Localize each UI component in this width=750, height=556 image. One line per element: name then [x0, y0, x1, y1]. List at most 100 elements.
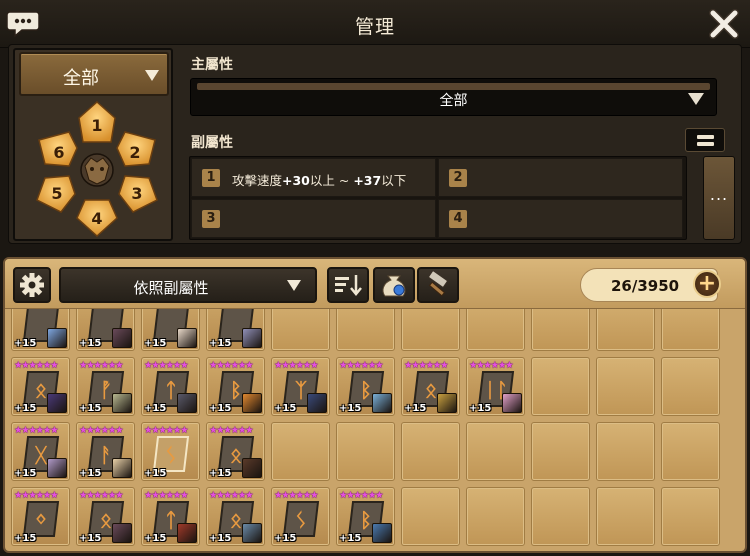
- rune-glyph: ᛟ: [35, 378, 47, 402]
- rune-level: +15: [144, 468, 167, 479]
- sub-filter-1[interactable]: 1 攻擊速度+30以上 ~ +37以下: [191, 158, 436, 197]
- rune-set-dropdown[interactable]: 全部: [19, 52, 169, 96]
- main-stat-dropdown[interactable]: 全部: [190, 78, 717, 116]
- sub-stat-filter-grid: 1 攻擊速度+30以上 ~ +37以下 2 3 4: [189, 156, 687, 240]
- rune-slot[interactable]: ★★★★★★ ᛟ +15: [76, 487, 135, 546]
- expand-storage-button[interactable]: +: [693, 270, 721, 298]
- close-icon[interactable]: [708, 8, 740, 40]
- rune-slot[interactable]: ★★★★★★ ᛜ +15: [11, 487, 70, 546]
- rune-slot[interactable]: +15: [206, 309, 265, 351]
- sub-filter-4[interactable]: 4: [438, 199, 683, 238]
- rune-level: +15: [14, 338, 37, 349]
- rune-level: +15: [14, 533, 37, 544]
- rune-glyph: ᛉ: [295, 378, 307, 402]
- slot-5-button[interactable]: 5: [36, 175, 76, 213]
- rune-level: +15: [404, 403, 427, 414]
- rune-level: +15: [79, 338, 102, 349]
- more-options-button[interactable]: ...: [703, 156, 735, 240]
- rune-slot[interactable]: ★★★★★★ ᛁᛚ +15: [466, 357, 525, 416]
- plus-icon: +: [697, 271, 717, 296]
- stat-min: +30: [282, 173, 310, 188]
- rune-level: +15: [274, 533, 297, 544]
- stat-name: 攻擊速度: [232, 173, 283, 188]
- rune-slot[interactable]: ★★★★★★ ᛊ +15: [141, 422, 200, 481]
- slot-3-label: 3: [131, 184, 142, 203]
- rune-slot[interactable]: +15: [76, 309, 135, 351]
- settings-button[interactable]: [13, 267, 51, 303]
- rune-glyph: ᛊ: [295, 508, 307, 532]
- rune-slot[interactable]: +15: [11, 309, 70, 351]
- slot-1-label: 1: [91, 116, 102, 135]
- craft-button[interactable]: [417, 267, 459, 303]
- sub-filter-3[interactable]: 3: [191, 199, 436, 238]
- slot-2-button[interactable]: 2: [116, 131, 156, 167]
- rune-slot[interactable]: ★★★★★★ ᛒ +15: [206, 357, 265, 416]
- sort-order-button[interactable]: [327, 267, 369, 303]
- equipped-monster-avatar: [307, 393, 327, 413]
- rune-slot[interactable]: ★★★★★★ ᛏ +15: [141, 357, 200, 416]
- slot-6-button[interactable]: 6: [38, 131, 78, 167]
- rune-glyph: ᛟ: [100, 508, 112, 532]
- chevron-down-icon: [145, 70, 159, 81]
- sort-dropdown[interactable]: 依照副屬性: [59, 267, 317, 303]
- rune-glyph: ᛟ: [230, 508, 242, 532]
- equipped-monster-avatar: [242, 328, 262, 348]
- empty-rune-slot: [596, 309, 655, 351]
- empty-rune-slot: [466, 487, 525, 546]
- rune-slot[interactable]: ★★★★★★ ᛒ +15: [336, 357, 395, 416]
- rune-glyph: ᛜ: [35, 508, 47, 532]
- rune-slot[interactable]: ★★★★★★ ᛒ +15: [336, 487, 395, 546]
- equipped-monster-avatar: [47, 328, 67, 348]
- rune-slot[interactable]: +15: [141, 309, 200, 351]
- rune-glyph: ᛊ: [165, 443, 177, 467]
- rune-glyph: ᛏ: [165, 378, 177, 402]
- stat-filter-panel: 主屬性 全部 副屬性 1 攻擊速度+30以上 ~ +37以下 2 3 4 ...: [187, 48, 735, 241]
- page-title: 管理: [354, 16, 395, 38]
- rune-slot[interactable]: ★★★★★★ ᛟ +15: [401, 357, 460, 416]
- rune-slot[interactable]: ★★★★★★ ᚷ +15: [11, 422, 70, 481]
- slot-3-button[interactable]: 3: [118, 175, 158, 213]
- empty-rune-slot: [596, 487, 655, 546]
- slot-4-label: 4: [91, 209, 102, 228]
- slot-4-button[interactable]: 4: [76, 199, 118, 238]
- empty-rune-slot: [466, 422, 525, 481]
- sub-filter-number: 4: [449, 210, 467, 228]
- rune-slot[interactable]: ★★★★★★ ᛉ +15: [271, 357, 330, 416]
- empty-rune-slot: [531, 309, 590, 351]
- rune-count: 26/3950: [611, 277, 680, 295]
- slot-1-button[interactable]: 1: [78, 100, 116, 143]
- sub-stat-mode-toggle[interactable]: [685, 128, 725, 152]
- rune-slot[interactable]: ★★★★★★ ᚨ +15: [76, 422, 135, 481]
- equipped-monster-avatar: [112, 523, 132, 543]
- equipped-monster-avatar: [242, 458, 262, 478]
- stat-min-suffix: 以上 ~: [309, 173, 354, 188]
- dropdown-accent-bar: [197, 83, 710, 90]
- rune-level: +15: [209, 468, 232, 479]
- rune-slot[interactable]: ★★★★★★ ᛏ +15: [141, 487, 200, 546]
- rune-slot[interactable]: ★★★★★★ ᛊ +15: [271, 487, 330, 546]
- equipped-monster-avatar: [112, 328, 132, 348]
- rune-level: +15: [339, 403, 362, 414]
- rune-glyph: ᛒ: [230, 378, 242, 402]
- rune-slot[interactable]: ★★★★★★ ᚡ +15: [76, 357, 135, 416]
- sort-selected: 依照副屬性: [133, 279, 209, 297]
- rune-level: +15: [274, 403, 297, 414]
- sub-filter-number: 1: [202, 169, 220, 187]
- rune-slot[interactable]: ★★★★★★ ᛟ +15: [206, 487, 265, 546]
- rune-bag-button[interactable]: [373, 267, 415, 303]
- rune-inventory-panel: 依照副屬性 26/3950 + +15 +15 +15 +15 ★★★★★★ ᛟ…: [3, 257, 747, 553]
- rune-slot[interactable]: ★★★★★★ ᛟ +15: [11, 357, 70, 416]
- chevron-down-icon: [287, 280, 301, 291]
- equipped-monster-avatar: [437, 393, 457, 413]
- sub-filter-number: 3: [202, 210, 220, 228]
- rune-level: +15: [144, 338, 167, 349]
- toggle-bar-icon: [697, 135, 714, 139]
- stat-max-suffix: 以下: [381, 173, 407, 188]
- rune-slot[interactable]: ★★★★★★ ᛟ +15: [206, 422, 265, 481]
- sub-filter-2[interactable]: 2: [438, 158, 683, 197]
- equipped-monster-avatar: [502, 393, 522, 413]
- sub-stat-label: 副屬性: [191, 135, 233, 151]
- rune-glyph: ᚨ: [100, 443, 112, 467]
- rune-glyph: ᚡ: [100, 378, 112, 402]
- rune-glyph: ᛒ: [360, 378, 372, 402]
